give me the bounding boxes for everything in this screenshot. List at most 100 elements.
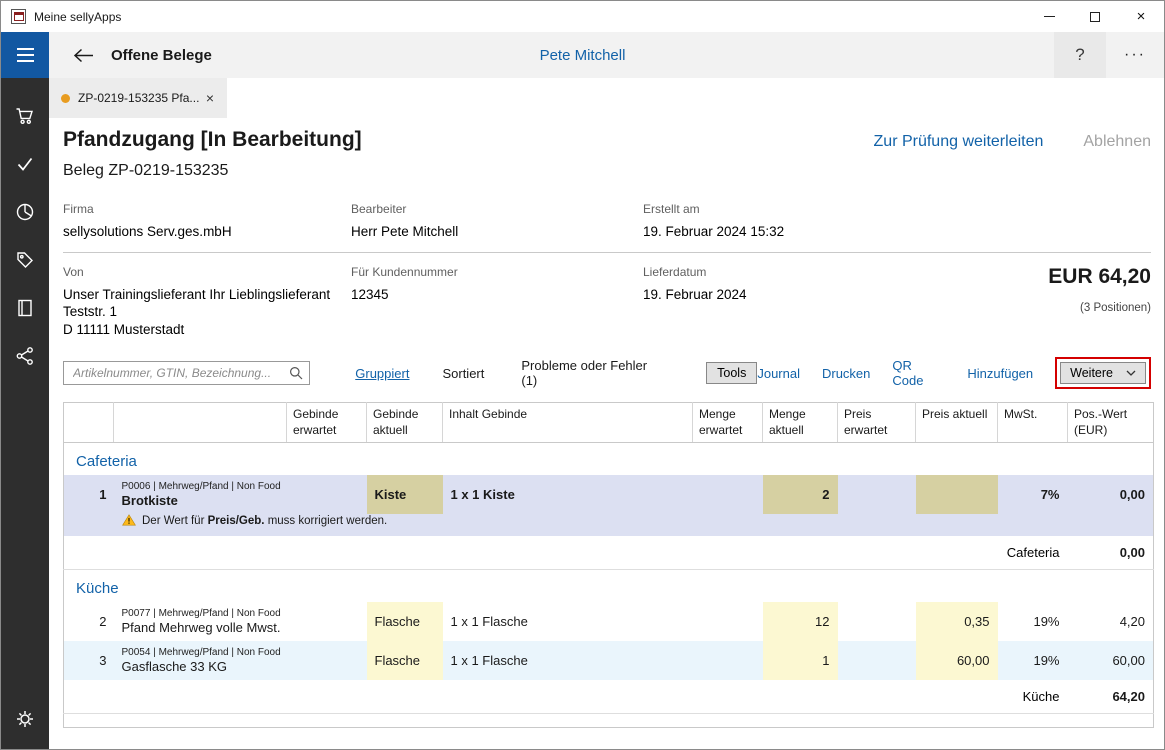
von-line: Unser Trainingslieferant Ihr Lieblingsli… [63, 286, 351, 304]
cell-menge-erwartet [693, 475, 763, 514]
minimize-button[interactable] [1026, 1, 1072, 32]
total-positions: (3 Positionen) [933, 302, 1151, 314]
tools-button[interactable]: Tools [706, 362, 757, 384]
app-window: Meine sellyApps × Offene Belege Pete Mit… [0, 0, 1165, 750]
check-icon [15, 154, 35, 174]
document-tab[interactable]: ZP-0219-153235 Pfa... × [49, 78, 227, 118]
cell-gebinde-aktuell[interactable]: Flasche [367, 641, 443, 680]
cell-preis-aktuell[interactable] [916, 475, 998, 514]
more-button[interactable]: ··· [1106, 32, 1164, 78]
group-name[interactable]: Cafeteria [64, 443, 1154, 476]
column-header-5: Menge erwartet [693, 403, 763, 443]
tab-close-icon[interactable]: × [203, 88, 217, 108]
cell-menge-aktuell[interactable]: 2 [763, 475, 838, 514]
table-bottom-spacer [64, 714, 1154, 728]
positions-table: Gebinde erwartetGebinde aktuellInhalt Ge… [63, 402, 1154, 728]
field-value: sellysolutions Serv.ges.mbH [63, 223, 351, 241]
cell-preis-erwartet [838, 641, 916, 680]
share-icon [15, 346, 35, 366]
forward-link[interactable]: Zur Prüfung weiterleiten [874, 133, 1044, 151]
article-name: Gasflasche 33 KG [122, 659, 279, 674]
cell-pos-wert: 60,00 [1068, 641, 1154, 680]
tag-icon [15, 250, 35, 270]
close-icon: × [1137, 9, 1146, 24]
article-name: Pfand Mehrweg volle Mwst. [122, 620, 279, 635]
cell-gebinde-aktuell[interactable]: Kiste [367, 475, 443, 514]
search-box[interactable] [63, 361, 310, 385]
cell-inhalt-gebinde: 1 x 1 Kiste [443, 475, 693, 514]
field-label: Von [63, 265, 351, 279]
sidebar-item-share[interactable] [1, 332, 49, 380]
link-sortiert[interactable]: Sortiert [442, 366, 484, 381]
field-erstellt-am: Erstellt am 19. Februar 2024 15:32 [643, 202, 1151, 241]
window-title: Meine sellyApps [34, 10, 121, 24]
field-label: Firma [63, 202, 351, 216]
sidebar-item-tasks[interactable] [1, 140, 49, 188]
field-value: 19. Februar 2024 [643, 286, 933, 304]
sidebar-item-cart[interactable] [1, 92, 49, 140]
cell-menge-aktuell[interactable]: 1 [763, 641, 838, 680]
subtotal-value: 0,00 [1068, 536, 1154, 570]
link-journal[interactable]: Journal [757, 366, 800, 381]
group-name[interactable]: Küche [64, 570, 1154, 603]
back-button[interactable] [73, 48, 94, 63]
field-value: 19. Februar 2024 15:32 [643, 223, 1151, 241]
cell-position-number: 3 [64, 641, 114, 680]
maximize-button[interactable] [1072, 1, 1118, 32]
minimize-icon [1044, 16, 1055, 17]
link-probleme-fehler[interactable]: Probleme oder Fehler (1) [521, 358, 666, 388]
app-header: Offene Belege Pete Mitchell ? ··· [1, 32, 1164, 78]
search-input[interactable] [71, 365, 289, 381]
link-hinzufuegen[interactable]: Hinzufügen [967, 366, 1033, 381]
cell-gebinde-aktuell[interactable]: Flasche [367, 602, 443, 641]
sidebar-item-labels[interactable] [1, 236, 49, 284]
position-row[interactable]: 3 P0054 | Mehrweg/Pfand | Non FoodGasflas… [64, 641, 1154, 680]
field-label: Für Kundennummer [351, 265, 643, 279]
cell-article: P0077 | Mehrweg/Pfand | Non FoodPfand Me… [114, 602, 287, 641]
tab-bar: ZP-0219-153235 Pfa... × [49, 78, 1164, 118]
article-meta: P0054 | Mehrweg/Pfand | Non Food [122, 647, 279, 658]
position-row[interactable]: 2P0077 | Mehrweg/Pfand | Non FoodPfand M… [64, 602, 1154, 641]
tab-label: ZP-0219-153235 Pfa... [78, 91, 199, 105]
von-line: Teststr. 1 [63, 303, 351, 321]
warning-icon [122, 514, 136, 529]
back-arrow-icon [73, 48, 94, 63]
column-header-9: MwSt. [998, 403, 1068, 443]
column-header-7: Preis erwartet [838, 403, 916, 443]
field-label: Erstellt am [643, 202, 1151, 216]
cell-menge-aktuell[interactable]: 12 [763, 602, 838, 641]
user-name[interactable]: Pete Mitchell [540, 47, 626, 64]
cell-preis-erwartet [838, 602, 916, 641]
link-gruppiert[interactable]: Gruppiert [355, 366, 409, 381]
cell-mwst: 19% [998, 602, 1068, 641]
link-qr-code[interactable]: QR Code [892, 358, 945, 388]
field-label: Lieferdatum [643, 265, 933, 279]
subtotal-label: Cafeteria [64, 536, 1068, 570]
field-von: Von Unser Trainingslieferant Ihr Lieblin… [63, 265, 351, 339]
field-bearbeiter: Bearbeiter Herr Pete Mitchell [351, 202, 643, 241]
cell-menge-erwartet [693, 641, 763, 680]
cell-preis-aktuell[interactable]: 0,35 [916, 602, 998, 641]
group-header-row: Küche [64, 570, 1154, 603]
sidebar-item-settings[interactable] [1, 695, 49, 743]
reject-link[interactable]: Ablehnen [1083, 133, 1151, 151]
column-header-8: Preis aktuell [916, 403, 998, 443]
cell-menge-erwartet [693, 602, 763, 641]
position-row[interactable]: 1P0006 | Mehrweg/Pfand | Non FoodBrotkis… [64, 475, 1154, 514]
cell-preis-aktuell[interactable]: 60,00 [916, 641, 998, 680]
column-header-2: Gebinde erwartet [287, 403, 367, 443]
weitere-button[interactable]: Weitere [1060, 362, 1146, 384]
sidebar-item-journal[interactable] [1, 284, 49, 332]
cell-pos-wert: 4,20 [1068, 602, 1154, 641]
cell-position-number: 2 [64, 602, 114, 641]
menu-button[interactable] [1, 32, 49, 78]
help-button[interactable]: ? [1054, 32, 1106, 78]
group-subtotal-row: Cafeteria0,00 [64, 536, 1154, 570]
link-drucken[interactable]: Drucken [822, 366, 870, 381]
cell-position-number: 1 [64, 475, 114, 514]
cell-mwst: 19% [998, 641, 1068, 680]
subtotal-value: 64,20 [1068, 680, 1154, 714]
close-button[interactable]: × [1118, 1, 1164, 32]
sidebar-item-statistics[interactable] [1, 188, 49, 236]
document-title: Pfandzugang [In Bearbeitung] [63, 128, 362, 152]
